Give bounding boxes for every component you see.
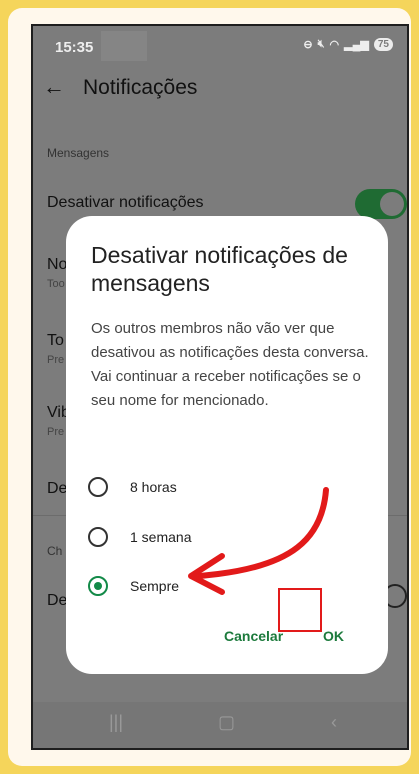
annotation-arrow-icon	[188, 487, 329, 595]
